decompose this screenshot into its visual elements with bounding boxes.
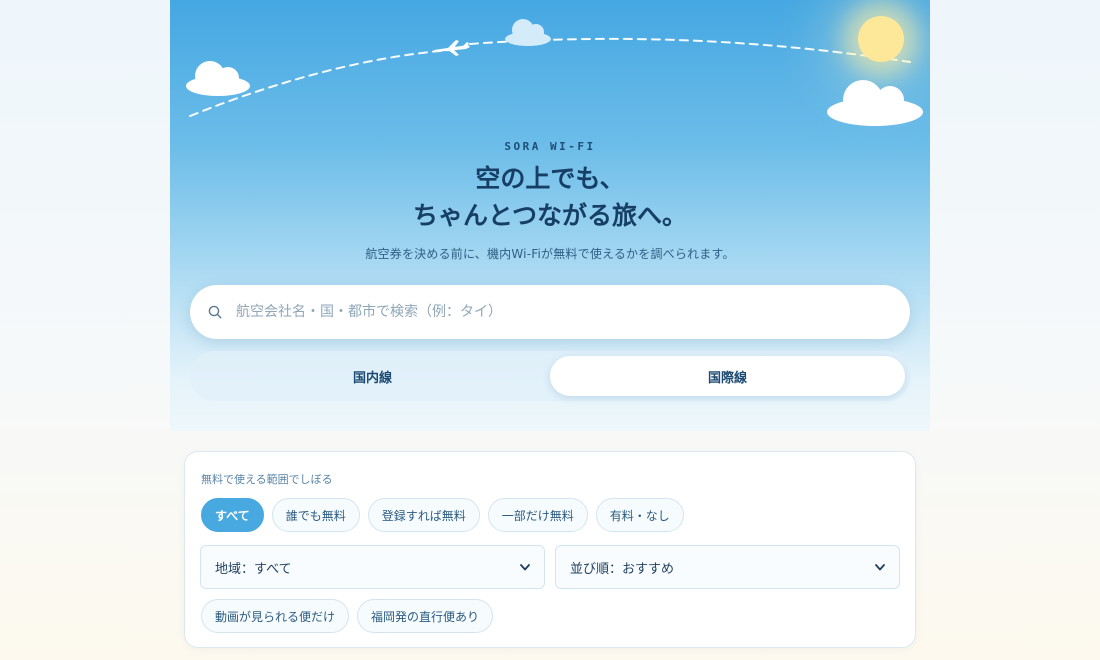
sort-select-value: 並び順：おすすめ [570,561,675,577]
hero-section: SORA WI-FI 空の上でも、 ちゃんとつながる旅へ。 航空券を決める前に、… [170,0,930,431]
chevron-down-icon [875,563,885,570]
brand-label: SORA WI-FI [504,140,596,153]
chip-free-for-everyone[interactable]: 誰でも無料 [271,498,360,532]
cloud-icon [186,61,250,96]
search-bar[interactable] [190,285,910,339]
region-select[interactable]: 地域：すべて [200,545,545,589]
route-type-toggle: 国内線 国際線 [190,351,910,401]
airplane-icon [434,40,470,56]
toggle-international-button[interactable]: 国際線 [550,356,905,396]
cloud-icon [505,19,551,46]
filter-section-label: 無料で使える範囲でしぼる [201,473,333,486]
cloud-icon [827,80,923,126]
chip-free-with-registration[interactable]: 登録すれば無料 [367,498,480,532]
chip-all[interactable]: すべて [201,498,264,532]
headline-line-2: ちゃんとつながる旅へ。 [412,201,687,230]
chip-partially-free[interactable]: 一部だけ無料 [487,498,588,532]
chip-paid-or-none[interactable]: 有料・なし [595,498,684,532]
search-input[interactable] [236,297,876,327]
region-select-value: 地域：すべて [215,561,292,577]
tag-video-streaming-flights[interactable]: 動画が見られる便だけ [201,599,350,633]
page-subtitle: 航空券を決める前に、機内Wi-Fiが無料で使えるかを調べられます。 [365,247,735,261]
chevron-down-icon [520,563,530,570]
search-icon [208,305,222,319]
tag-fukuoka-direct-flights[interactable]: 福岡発の直行便あり [357,599,494,633]
headline-line-1: 空の上でも、 [475,164,625,193]
filter-panel: 無料で使える範囲でしぼる すべて 誰でも無料 登録すれば無料 一部だけ無料 有料… [184,451,916,648]
page-headline: 空の上でも、 ちゃんとつながる旅へ。 [170,160,930,234]
app-container: SORA WI-FI 空の上でも、 ちゃんとつながる旅へ。 航空券を決める前に、… [170,0,930,660]
extra-filter-tags: 動画が見られる便だけ 福岡発の直行便あり [201,599,494,633]
toggle-domestic-button[interactable]: 国内線 [195,356,550,396]
sort-select[interactable]: 並び順：おすすめ [555,545,900,589]
sun-icon [858,16,904,62]
availability-chip-group: すべて 誰でも無料 登録すれば無料 一部だけ無料 有料・なし [201,498,684,532]
